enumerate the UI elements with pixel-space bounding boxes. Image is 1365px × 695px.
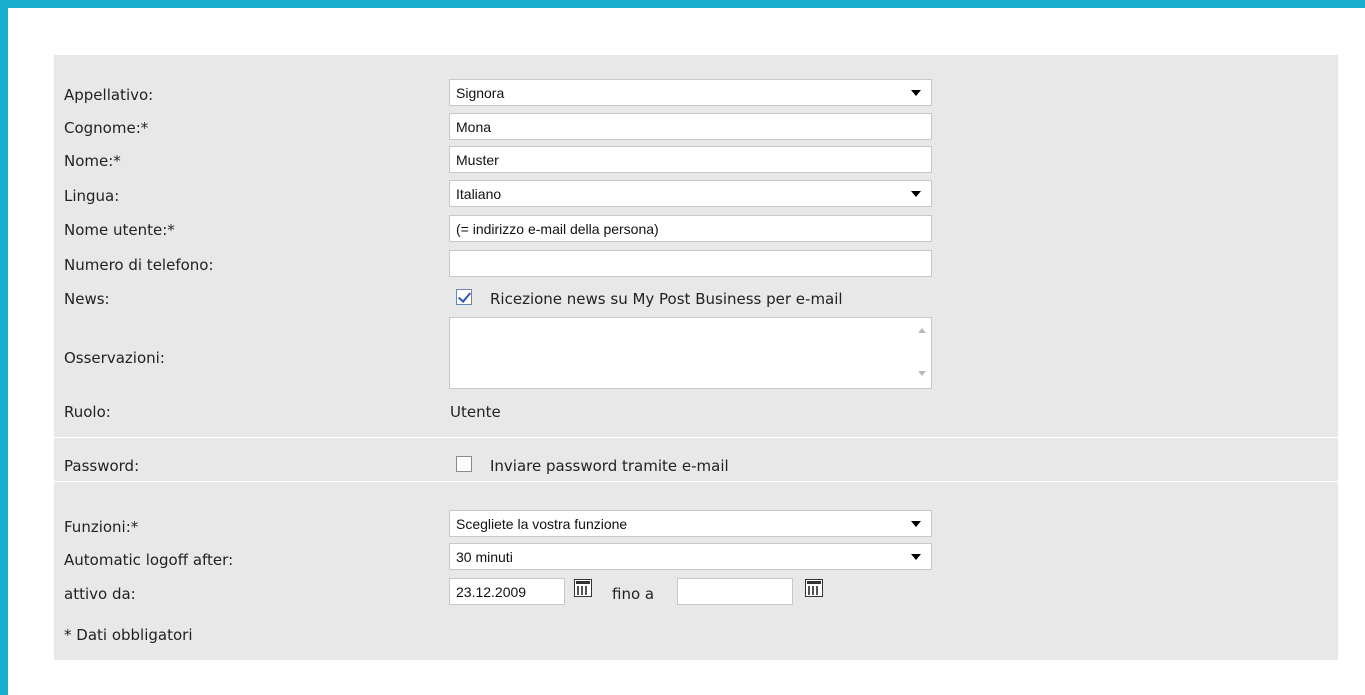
news-label: News: (64, 290, 110, 308)
chevron-down-icon (911, 89, 921, 96)
calendar-icon[interactable] (805, 579, 823, 597)
funzioni-label: Funzioni:* (64, 518, 139, 536)
logoff-label: Automatic logoff after: (64, 551, 234, 569)
telefono-field[interactable] (449, 250, 932, 277)
nome-utente-field[interactable]: (= indirizzo e-mail della persona) (449, 215, 932, 242)
nome-label: Nome:* (64, 152, 121, 170)
password-email-checkbox[interactable] (456, 456, 472, 472)
osservazioni-label: Osservazioni: (64, 349, 165, 367)
news-checkbox-label: Ricezione news su My Post Business per e… (490, 290, 843, 308)
checkmark-icon (457, 289, 472, 303)
section-divider (54, 437, 1338, 438)
cognome-field[interactable]: Mona (449, 113, 932, 140)
logoff-select[interactable]: 30 minuti (449, 543, 932, 570)
scroll-down-icon[interactable] (918, 371, 926, 376)
ruolo-label: Ruolo: (64, 403, 111, 421)
appellativo-label: Appellativo: (64, 86, 154, 104)
funzioni-value: Scegliete la vostra funzione (456, 515, 628, 532)
osservazioni-textarea[interactable] (449, 317, 932, 389)
attivo-to-field[interactable] (677, 578, 793, 605)
logoff-value: 30 minuti (456, 548, 513, 565)
nome-field[interactable]: Muster (449, 146, 932, 173)
funzioni-select[interactable]: Scegliete la vostra funzione (449, 510, 932, 537)
calendar-icon[interactable] (574, 579, 592, 597)
chevron-down-icon (911, 520, 921, 527)
attivo-from-field[interactable]: 23.12.2009 (449, 578, 565, 605)
scroll-up-icon[interactable] (918, 328, 926, 333)
appellativo-select[interactable]: Signora (449, 79, 932, 106)
lingua-label: Lingua: (64, 187, 120, 205)
password-label: Password: (64, 457, 140, 475)
ruolo-value: Utente (450, 403, 501, 421)
required-note: * Dati obbligatori (64, 626, 193, 644)
telefono-label: Numero di telefono: (64, 256, 214, 274)
appellativo-value: Signora (456, 84, 505, 101)
news-checkbox[interactable] (456, 289, 472, 305)
nome-utente-label: Nome utente:* (64, 221, 175, 239)
chevron-down-icon (911, 190, 921, 197)
password-email-label: Inviare password tramite e-mail (490, 457, 729, 475)
cognome-label: Cognome:* (64, 119, 149, 137)
textarea-scrollbar[interactable] (914, 318, 931, 388)
attivo-label: attivo da: (64, 585, 136, 603)
section-divider (54, 481, 1338, 482)
lingua-select[interactable]: Italiano (449, 180, 932, 207)
fino-a-label: fino a (612, 585, 655, 603)
lingua-value: Italiano (456, 185, 502, 202)
chevron-down-icon (911, 553, 921, 560)
